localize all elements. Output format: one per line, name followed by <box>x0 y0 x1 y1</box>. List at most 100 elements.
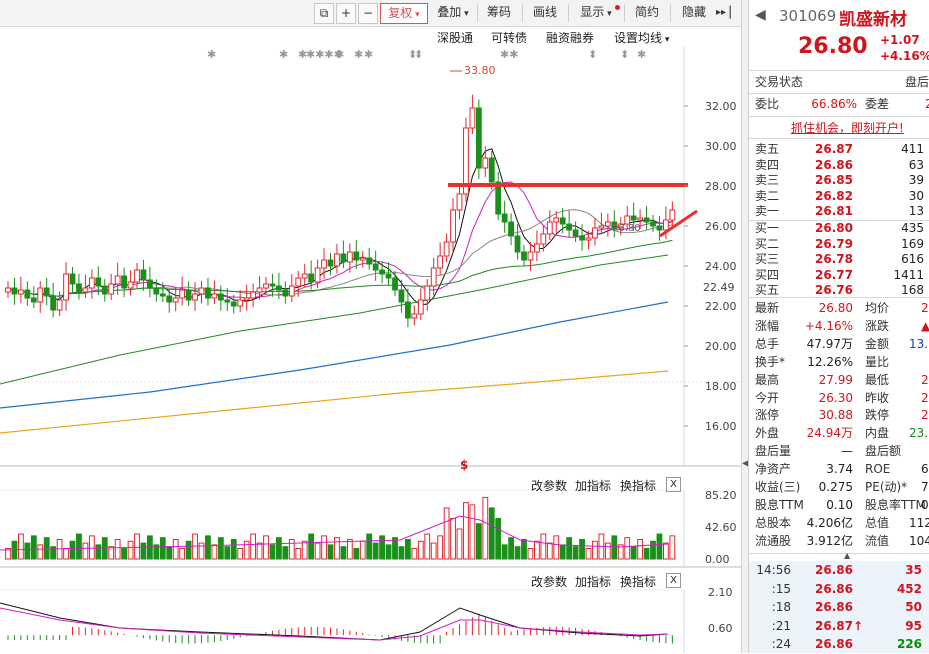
volume-bar <box>230 538 237 560</box>
ask-row[interactable]: 卖二 26.82 30 <box>749 188 929 205</box>
price-tick-label: 16.00 <box>705 420 737 433</box>
macd-tick-label: 0.60 <box>708 622 733 635</box>
vol-close-icon[interactable]: X <box>666 477 681 492</box>
candle-body <box>501 213 508 223</box>
huaxian-button[interactable]: 画线 <box>528 3 562 22</box>
candle-body <box>5 287 11 293</box>
quote-label: 换手* <box>755 354 786 369</box>
ask-row[interactable]: 卖五 26.87 411 <box>749 141 929 158</box>
candle-body <box>263 283 269 289</box>
candle-body <box>385 273 392 279</box>
tick-price: 26.86 <box>815 637 853 652</box>
volume-bar <box>88 535 95 560</box>
volume-bar <box>650 540 656 560</box>
volume-bar <box>572 546 579 560</box>
candle-body <box>566 223 573 231</box>
volume-axis: 85.20 42.60 0.00 <box>705 489 737 566</box>
macd-switch-indicator-button[interactable]: 换指标 <box>620 573 656 590</box>
quote-value: 26.80 <box>818 301 853 315</box>
quote-value: 0.10 <box>826 497 853 512</box>
ask-row[interactable]: 卖四 26.86 63 <box>749 157 929 174</box>
copy-button[interactable]: ⧉ <box>314 3 334 24</box>
tick-row: 14:56 26.86 35 <box>749 561 929 580</box>
vol-add-indicator-button[interactable]: 加指标 <box>575 477 611 494</box>
svg-text:✱: ✱ <box>207 48 216 61</box>
svg-text:⬍: ⬍ <box>588 48 597 61</box>
candle-body <box>572 229 579 237</box>
quote-row: 涨停 30.88 跌停 2 <box>749 407 929 424</box>
macd-add-indicator-button[interactable]: 加指标 <box>575 573 611 590</box>
candle-body <box>76 283 82 293</box>
volume-bar <box>527 547 534 560</box>
vol-params-button[interactable]: 改参数 <box>531 477 567 494</box>
fuquan-dropdown[interactable]: 复权 ▾ <box>380 3 428 24</box>
double-chevron-right-icon[interactable]: ▸▸ <box>714 3 728 22</box>
book-volume: 13 <box>908 204 924 218</box>
volume-bar <box>405 538 411 560</box>
svg-text:33.80: 33.80 <box>464 64 496 77</box>
price-tick-label: 24.00 <box>705 260 737 273</box>
candle-body <box>353 251 360 261</box>
candle-body <box>166 295 173 303</box>
volume-bar <box>114 538 121 560</box>
vol-switch-indicator-button[interactable]: 换指标 <box>620 477 656 494</box>
quote-label: 盘后量 <box>755 444 792 459</box>
quote-value: 2 <box>921 390 929 405</box>
price-tick-label: 32.00 <box>705 100 737 113</box>
xianshi-dropdown[interactable]: 显示 ▾ <box>573 3 620 22</box>
volume-bar <box>482 496 489 560</box>
quote-row: 换手* 12.26% 量比 <box>749 354 929 371</box>
candle-body <box>559 217 566 225</box>
candle-body <box>217 293 224 301</box>
quote-value: 104 <box>909 533 929 548</box>
tick-time: :18 <box>771 600 791 615</box>
volume-bar <box>456 528 463 560</box>
candle-body <box>230 301 237 307</box>
volume-bar <box>24 542 31 560</box>
diejia-dropdown[interactable]: 叠加 ▾ <box>432 3 474 22</box>
chouma-button[interactable]: 筹码 <box>482 3 516 22</box>
volume-bar <box>121 547 127 560</box>
candle-body <box>37 287 44 303</box>
tick-volume: 95 <box>905 618 922 633</box>
bid-row[interactable]: 买四 26.77 1411 <box>749 267 929 284</box>
quote-row: 最新 26.80 均价 2 <box>749 300 929 317</box>
volume-bar <box>469 504 476 560</box>
candle-body <box>359 257 366 261</box>
volume-tick-label: 85.20 <box>705 489 737 502</box>
macd-close-icon[interactable]: X <box>666 573 681 588</box>
zoom-in-button[interactable]: + <box>336 3 356 24</box>
weicha-value: 2 <box>925 97 929 111</box>
prev-stock-icon[interactable]: ◀ <box>755 7 766 23</box>
bid-row[interactable]: 买二 26.79 169 <box>749 236 929 253</box>
jianyue-button[interactable]: 简约 <box>630 3 664 22</box>
bid-row[interactable]: 买一 26.80 435 <box>749 220 929 237</box>
bid-row[interactable]: 买三 26.78 616 <box>749 251 929 268</box>
xianshi-label: 显示 <box>580 5 605 19</box>
macd-params-button[interactable]: 改参数 <box>531 573 567 590</box>
yincang-button[interactable]: 隐藏 <box>674 3 714 22</box>
volume-bar <box>334 537 340 560</box>
kline-chart[interactable]: ✱ ✱ ✱✱✱✱✱✱ ✱ ✱ ⬍⬍ ✱✱ ⬍ ⬍ ✱ 33.80 26.80 32.003… <box>0 27 741 653</box>
ask-row[interactable]: 卖三 26.85 39 <box>749 172 929 189</box>
candle-body <box>224 299 231 303</box>
candle-body <box>179 289 186 299</box>
panel-toggle-icon[interactable]: ▏ <box>728 3 740 22</box>
quote-row: 总手 47.97万 金额 13. <box>749 336 929 353</box>
quote-label: 流值 <box>865 533 890 548</box>
promo-link[interactable]: 抓住机会，即刻开户! <box>791 119 904 136</box>
volume-bar <box>411 547 418 560</box>
ask-row[interactable]: 卖一 26.81 13 <box>749 203 929 220</box>
volume-bar <box>579 538 585 560</box>
tick-volume: 50 <box>905 600 922 615</box>
quote-panel: ◀ 301069 凯盛新材 26.80 +1.07 +4.16% 交易状态 盘后… <box>748 0 929 653</box>
expand-arrow-icon[interactable]: ▲ <box>844 551 850 560</box>
candle-body <box>392 277 398 291</box>
volume-bar <box>475 523 482 560</box>
chevron-down-icon: ▾ <box>604 9 612 19</box>
quote-value: 23. <box>909 426 929 441</box>
svg-text:22.49: 22.49 <box>703 281 735 294</box>
zoom-out-button[interactable]: − <box>358 3 378 24</box>
candle-body <box>159 293 166 297</box>
dividend-icon[interactable]: $ <box>460 458 468 472</box>
